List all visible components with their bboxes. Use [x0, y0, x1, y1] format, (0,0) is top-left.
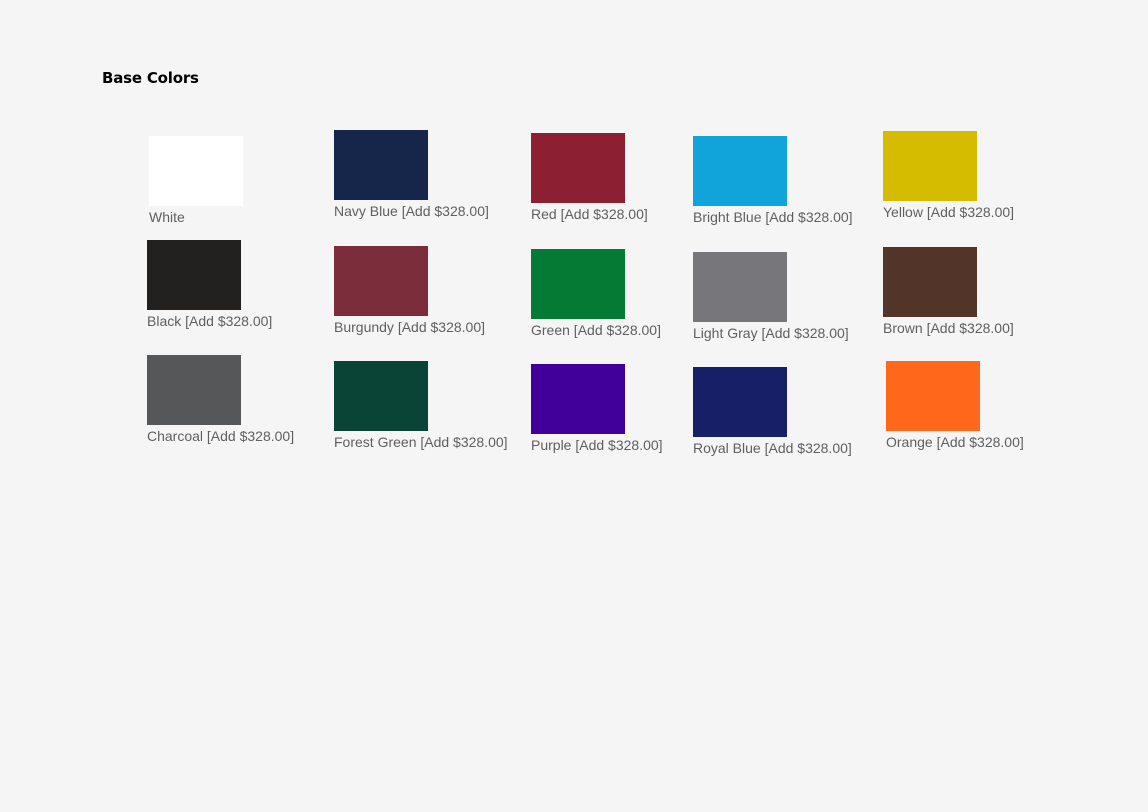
swatch-option-green[interactable]: Green [Add $328.00]: [531, 249, 661, 339]
swatch-option-yellow[interactable]: Yellow [Add $328.00]: [883, 131, 1014, 221]
swatch-box[interactable]: [693, 367, 787, 437]
swatch-label: Orange [Add $328.00]: [886, 434, 1024, 450]
swatch-label: Navy Blue [Add $328.00]: [334, 203, 489, 219]
swatch-box[interactable]: [334, 246, 428, 316]
swatch-label: Light Gray [Add $328.00]: [693, 325, 849, 341]
swatch-option-burgundy[interactable]: Burgundy [Add $328.00]: [334, 246, 485, 336]
swatch-box[interactable]: [693, 136, 787, 206]
swatch-label: Charcoal [Add $328.00]: [147, 428, 295, 444]
swatch-box[interactable]: [886, 361, 980, 431]
swatch-label: Royal Blue [Add $328.00]: [693, 440, 852, 456]
swatch-box[interactable]: [883, 247, 977, 317]
swatch-label: Black [Add $328.00]: [147, 313, 273, 329]
swatch-box[interactable]: [531, 364, 625, 434]
swatch-option-black[interactable]: Black [Add $328.00]: [147, 240, 272, 330]
swatch-label: Burgundy [Add $328.00]: [334, 319, 486, 335]
swatch-label: Purple [Add $328.00]: [531, 437, 663, 453]
swatch-option-navy-blue[interactable]: Navy Blue [Add $328.00]: [334, 130, 489, 220]
swatch-option-orange[interactable]: Orange [Add $328.00]: [886, 361, 1024, 451]
swatch-label: White: [149, 209, 185, 225]
swatch-label: Bright Blue [Add $328.00]: [693, 209, 853, 225]
swatch-option-royal-blue[interactable]: Royal Blue [Add $328.00]: [693, 367, 852, 457]
swatch-label: Yellow [Add $328.00]: [883, 204, 1015, 220]
swatch-box[interactable]: [147, 355, 241, 425]
swatch-label: Forest Green [Add $328.00]: [334, 434, 508, 450]
swatch-option-charcoal[interactable]: Charcoal [Add $328.00]: [147, 355, 294, 445]
section-title: Base Colors: [102, 69, 199, 87]
swatch-option-forest-green[interactable]: Forest Green [Add $328.00]: [334, 361, 508, 451]
swatch-label: Brown [Add $328.00]: [883, 320, 1014, 336]
swatch-box[interactable]: [883, 131, 977, 201]
swatch-box[interactable]: [334, 130, 428, 200]
swatch-box[interactable]: [147, 240, 241, 310]
swatch-option-light-gray[interactable]: Light Gray [Add $328.00]: [693, 252, 849, 342]
swatch-option-purple[interactable]: Purple [Add $328.00]: [531, 364, 663, 454]
swatch-option-bright-blue[interactable]: Bright Blue [Add $328.00]: [693, 136, 853, 226]
swatch-option-white[interactable]: White: [149, 136, 243, 226]
swatch-box[interactable]: [149, 136, 243, 206]
swatch-label: Green [Add $328.00]: [531, 322, 661, 338]
swatch-box[interactable]: [531, 133, 625, 203]
swatch-box[interactable]: [531, 249, 625, 319]
swatch-box[interactable]: [334, 361, 428, 431]
swatch-label: Red [Add $328.00]: [531, 206, 648, 222]
swatch-option-red[interactable]: Red [Add $328.00]: [531, 133, 648, 223]
swatch-box[interactable]: [693, 252, 787, 322]
swatch-option-brown[interactable]: Brown [Add $328.00]: [883, 247, 1014, 337]
